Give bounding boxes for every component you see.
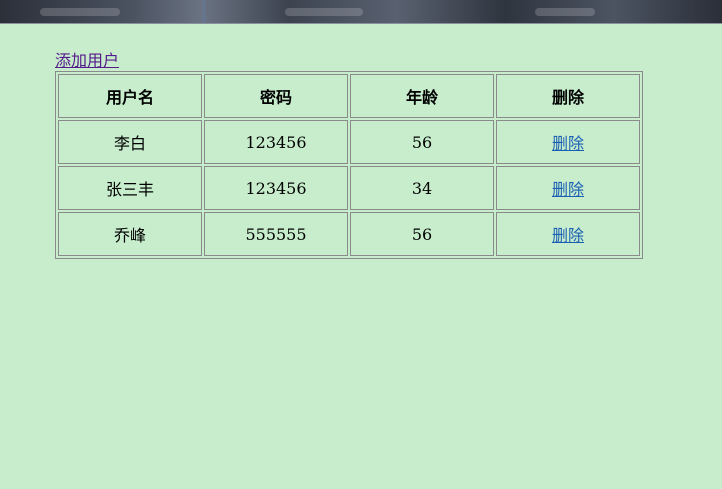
delete-link[interactable]: 删除	[552, 180, 584, 199]
browser-top-strip	[0, 0, 722, 24]
column-header-age: 年龄	[350, 74, 494, 118]
delete-link[interactable]: 删除	[552, 226, 584, 245]
table-row: 李白 123456 56 删除	[58, 120, 640, 164]
tab-divider	[203, 0, 205, 23]
cell-age: 56	[350, 212, 494, 256]
cell-username: 乔峰	[58, 212, 202, 256]
cell-age: 34	[350, 166, 494, 210]
add-user-link[interactable]: 添加用户	[55, 52, 119, 70]
cell-username: 张三丰	[58, 166, 202, 210]
cell-password: 123456	[204, 166, 348, 210]
table-row: 张三丰 123456 34 删除	[58, 166, 640, 210]
cell-delete: 删除	[496, 212, 640, 256]
table-row: 乔峰 555555 56 删除	[58, 212, 640, 256]
cell-username: 李白	[58, 120, 202, 164]
blurred-tab-text	[40, 8, 120, 16]
column-header-password: 密码	[204, 74, 348, 118]
users-table: 用户名 密码 年龄 删除 李白 123456 56 删除 张三丰 123456 …	[55, 71, 643, 259]
cell-delete: 删除	[496, 120, 640, 164]
cell-password: 123456	[204, 120, 348, 164]
cell-age: 56	[350, 120, 494, 164]
column-header-username: 用户名	[58, 74, 202, 118]
table-header-row: 用户名 密码 年龄 删除	[58, 74, 640, 118]
delete-link[interactable]: 删除	[552, 134, 584, 153]
column-header-delete: 删除	[496, 74, 640, 118]
cell-delete: 删除	[496, 166, 640, 210]
blurred-tab-text	[285, 8, 363, 16]
cell-password: 555555	[204, 212, 348, 256]
blurred-tab-text	[535, 8, 595, 16]
